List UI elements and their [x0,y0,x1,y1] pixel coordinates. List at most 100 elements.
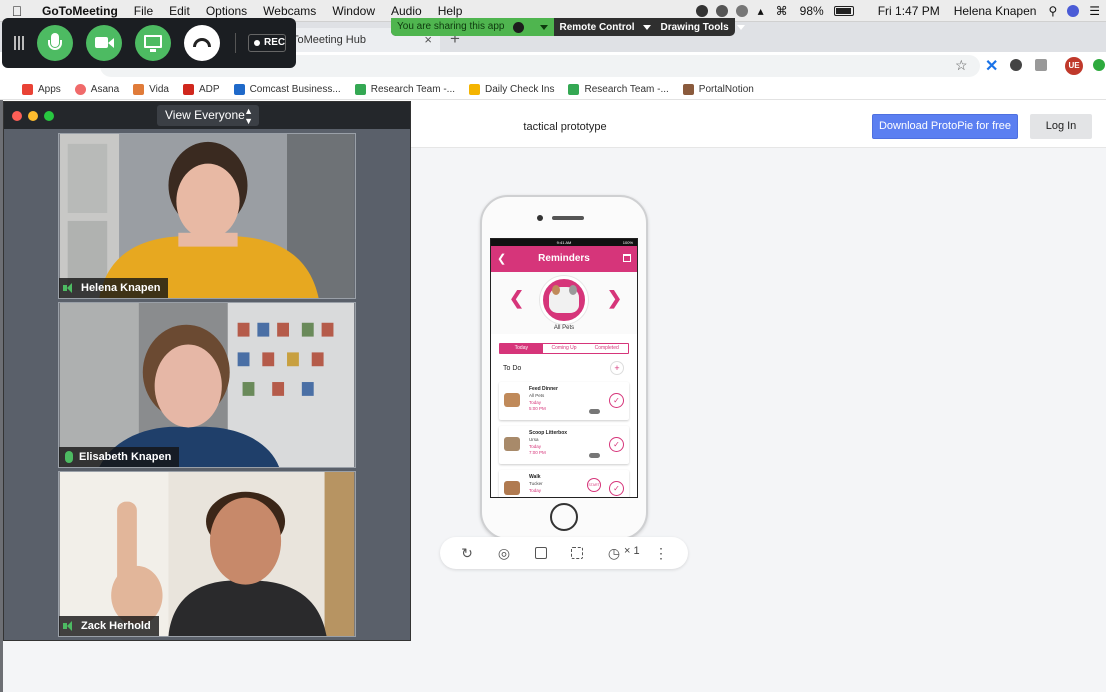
screen-share-button[interactable] [135,25,171,61]
drag-handle-icon[interactable] [14,36,24,50]
phone-home-button[interactable] [550,503,578,531]
task-card[interactable]: Scoop Litterbox Ursa Today 7:00 PM ✓ [499,426,629,464]
prev-pet-chevron-icon[interactable]: ❮ [509,288,524,309]
fullscreen-icon[interactable] [535,547,547,559]
apps-grid-icon [22,84,33,95]
login-button[interactable]: Log In [1030,114,1092,139]
zoom-window-icon[interactable] [44,111,54,121]
participant-name: Zack Herhold [81,620,151,632]
bookmark-asana[interactable]: Asana [74,84,119,95]
webcam-feed [59,303,355,467]
minimize-window-icon[interactable] [28,111,38,121]
webcam-feed [59,472,355,636]
notification-center-icon[interactable]: ☰ [1083,4,1106,18]
bookmark-vida[interactable]: Vida [133,84,169,95]
spotlight-icon[interactable]: ⚲ [1042,4,1063,18]
drawing-tools-menu[interactable]: Drawing Tools [655,22,749,33]
extension-circle-icon[interactable] [1010,59,1022,71]
pet-avatar[interactable] [540,276,588,324]
menu-file[interactable]: File [126,4,161,18]
touch-cursor-icon[interactable]: ◎ [496,545,512,561]
google-drive-icon [568,84,580,95]
participant-video-tile[interactable]: Zack Herhold [58,471,356,637]
complete-check-icon[interactable]: ✓ [609,393,624,408]
airplay-icon[interactable]: ▴ [752,4,770,18]
calendar-icon[interactable] [623,254,631,262]
screen-share-bar: You are sharing this app Remote Control … [391,18,745,36]
microphone-button[interactable] [37,25,73,61]
participant-video-tile[interactable]: Elisabeth Knapen [58,302,356,468]
pet-label: All Pets [553,325,575,331]
status-icon-3[interactable] [735,5,748,17]
speed-clock-icon[interactable]: ◷ [606,545,622,561]
bookmark-apps[interactable]: Apps [22,84,61,95]
sharing-status-text: You are sharing this app [397,21,505,32]
wifi-icon[interactable]: ⌘ [770,4,794,18]
close-window-icon[interactable] [12,111,22,121]
add-task-plus-icon[interactable]: + [610,361,624,375]
tab-completed[interactable]: Completed [585,344,628,353]
sharing-status[interactable]: You are sharing this app [391,18,554,36]
view-layout-value: View Everyone [165,108,245,122]
extension-x-icon[interactable]: ✕ [985,56,998,76]
webcam-window: View Everyone ▲ ▼ Helena Knapen Elisabet… [3,101,411,641]
task-badge [589,453,600,458]
bookmark-adp[interactable]: ADP [183,84,220,95]
tab-coming-up[interactable]: Coming Up [543,344,586,353]
menu-options[interactable]: Options [198,4,255,18]
phone-screen[interactable]: 9:41 AM 100% ❮ Reminders ❮ ❯ All Pets To… [490,238,638,498]
menu-webcams[interactable]: Webcams [255,4,324,18]
next-pet-chevron-icon[interactable]: ❯ [607,288,622,309]
bookmark-daily-check-ins[interactable]: Daily Check Ins [469,84,554,95]
task-card[interactable]: Feed Dinner All Pets Today 5:00 PM ✓ [499,382,629,420]
bookmark-comcast[interactable]: Comcast Business... [233,84,341,95]
bookmark-research-team-2[interactable]: Research Team -... [568,84,669,95]
extension-green-icon[interactable] [1093,59,1105,71]
menu-audio[interactable]: Audio [383,4,430,18]
bookmark-star-icon[interactable]: ☆ [955,57,968,74]
fit-screen-icon[interactable] [571,547,583,559]
speed-value[interactable]: × 1 [624,545,640,557]
pause-sharing-icon[interactable] [512,21,524,33]
apple-icon[interactable]:  [0,3,34,19]
menu-edit[interactable]: Edit [161,4,198,18]
battery-percent[interactable]: 98% [794,4,830,18]
status-icon-1[interactable] [695,5,708,17]
participant-video-tile[interactable]: Helena Knapen [58,133,356,299]
user-name[interactable]: Helena Knapen [946,4,1043,18]
tab-today[interactable]: Today [500,344,543,353]
screen-share-icon [144,35,162,48]
task-badge [589,409,600,414]
bookmark-research-team-1[interactable]: Research Team -... [354,84,455,95]
task-card[interactable]: Walk Tucker Today START ✓ [499,470,629,497]
menu-window[interactable]: Window [324,4,383,18]
menu-help[interactable]: Help [430,4,471,18]
bookmark-portalnotion[interactable]: PortalNotion [682,84,754,95]
menu-app-name[interactable]: GoToMeeting [34,4,126,18]
bookmark-label: Comcast Business... [249,84,341,95]
leave-meeting-button[interactable] [184,25,220,61]
google-slides-icon [469,84,481,95]
download-protopie-button[interactable]: Download ProtoPie for free [872,114,1018,139]
extension-layers-icon[interactable] [1035,59,1047,71]
phone-mockup: 9:41 AM 100% ❮ Reminders ❮ ❯ All Pets To… [480,195,648,540]
phone-status-battery: 100% [622,240,633,245]
siri-icon[interactable] [1067,5,1080,17]
complete-check-icon[interactable]: ✓ [609,481,624,496]
view-layout-select[interactable]: View Everyone ▲ ▼ [157,105,259,126]
sharing-dropdown-icon[interactable] [539,24,548,30]
start-timer-button[interactable]: START [587,478,601,492]
complete-check-icon[interactable]: ✓ [609,437,624,452]
status-icon-2[interactable] [715,5,728,17]
reload-icon[interactable]: ↻ [459,545,475,561]
food-bowl-icon [504,393,520,407]
battery-icon[interactable] [833,6,854,16]
record-button[interactable]: REC [248,34,286,52]
webcam-window-titlebar[interactable]: View Everyone ▲ ▼ [4,102,410,129]
profile-avatar[interactable]: UE [1065,57,1083,75]
more-options-icon[interactable]: ⋮ [653,545,669,561]
clock[interactable]: Fri 1:47 PM [858,4,946,18]
camera-button[interactable] [86,25,122,61]
up-down-chevron-icon: ▲ ▼ [244,106,253,126]
remote-control-menu[interactable]: Remote Control [554,22,655,33]
